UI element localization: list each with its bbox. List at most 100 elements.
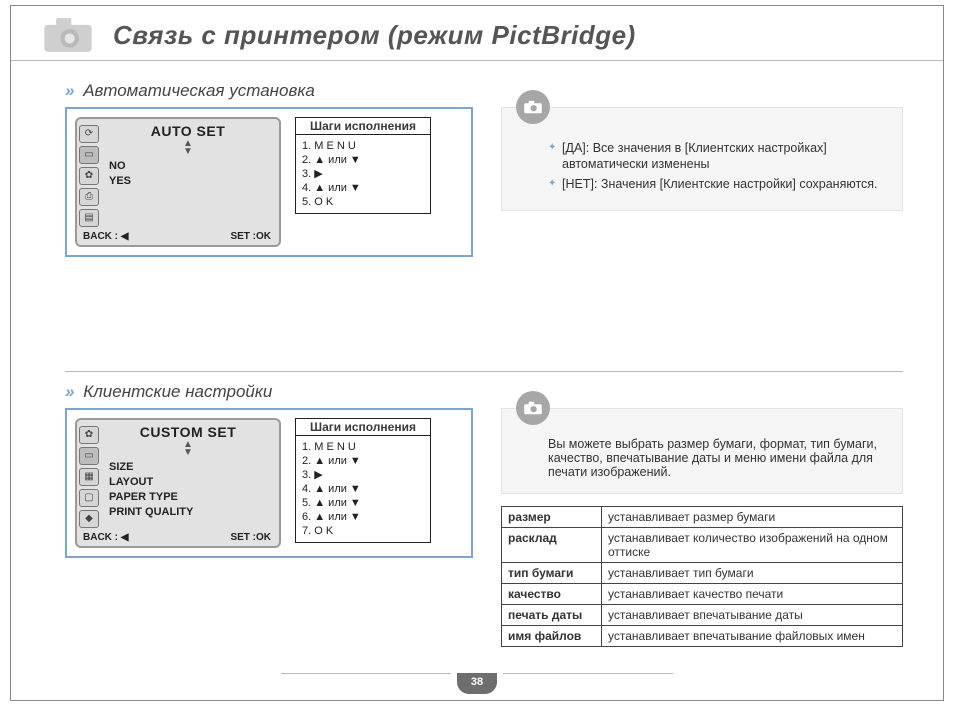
- info-bullets: [ДА]: Все значения в [Клиентских настрой…: [548, 140, 880, 192]
- step: 2. ▲ или ▼: [302, 454, 424, 468]
- table-row: имя файловустанавливает впечатывание фай…: [502, 626, 903, 647]
- table-row: тип бумагиустанавливает тип бумаги: [502, 563, 903, 584]
- section-rule: [65, 371, 903, 372]
- lcd-a-footer: BACK : ◀ SET :OK: [79, 227, 275, 243]
- lcd-b-title: CUSTOM SET: [105, 424, 271, 440]
- step: 3. ▶: [302, 167, 424, 181]
- section-b-row: ✿ ▭ ▦ ▢ ◆ CUSTOM SET ▲▼ SIZE: [65, 408, 903, 647]
- page-title: Связь с принтером (режим PictBridge): [113, 20, 636, 51]
- lcd-item: SIZE: [109, 460, 271, 475]
- lcd-panel-b: ✿ ▭ ▦ ▢ ◆ CUSTOM SET ▲▼ SIZE: [65, 408, 473, 558]
- step: 3. ▶: [302, 468, 424, 482]
- step: 7. O K: [302, 524, 424, 538]
- lcd-item: YES: [109, 174, 271, 189]
- page-header: Связь с принтером (режим PictBridge): [11, 6, 943, 60]
- info-card-b: Вы можете выбрать размер бумаги, формат,…: [501, 408, 903, 494]
- lcd-side-icons: ✿ ▭ ▦ ▢ ◆: [79, 424, 101, 528]
- step: 5. ▲ или ▼: [302, 496, 424, 510]
- chevron-icon: »: [65, 81, 74, 100]
- steps-b-head: Шаги исполнения: [295, 418, 431, 436]
- section-b-left: ✿ ▭ ▦ ▢ ◆ CUSTOM SET ▲▼ SIZE: [65, 408, 473, 558]
- lcd-item: PRINT QUALITY: [109, 505, 271, 520]
- layout-icon: ▦: [79, 468, 99, 486]
- param-key: печать даты: [502, 605, 602, 626]
- lcd-item: LAYOUT: [109, 475, 271, 490]
- lcd-side-icons: ⟳ ▭ ✿ ⎙ ▤: [79, 123, 101, 227]
- param-key: имя файлов: [502, 626, 602, 647]
- size-icon: ▭: [79, 447, 99, 465]
- step: 2. ▲ или ▼: [302, 153, 424, 167]
- lcd-item: NO: [109, 159, 271, 174]
- lcd-back: BACK :: [83, 532, 118, 543]
- quality-icon: ◆: [79, 510, 99, 528]
- param-val: устанавливает количество изображений на …: [602, 528, 903, 563]
- lcd-screen-b: ✿ ▭ ▦ ▢ ◆ CUSTOM SET ▲▼ SIZE: [75, 418, 281, 548]
- section-b-title: Клиентские настройки: [83, 382, 272, 401]
- bullet: [ДА]: Все значения в [Клиентских настрой…: [548, 140, 880, 172]
- lcd-set: SET :OK: [230, 231, 271, 242]
- section-b-heading: » Клиентские настройки: [65, 382, 903, 402]
- param-key: качество: [502, 584, 602, 605]
- manual-page: Связь с принтером (режим PictBridge) » А…: [10, 5, 944, 701]
- steps-a-head: Шаги исполнения: [295, 117, 431, 135]
- up-down-icon: ▲▼: [105, 441, 271, 457]
- info-paragraph: Вы можете выбрать размер бумаги, формат,…: [548, 437, 880, 479]
- page-number-wrap: 38: [11, 673, 943, 694]
- camera-icon: [41, 14, 95, 56]
- lcd-set: SET :OK: [230, 532, 271, 543]
- info-card-tab: [516, 90, 550, 124]
- lcd-b-footer: BACK : ◀ SET :OK: [79, 528, 275, 544]
- steps-b: Шаги исполнения 1. M E N U 2. ▲ или ▼ 3.…: [295, 418, 431, 543]
- up-down-icon: ▲▼: [105, 140, 271, 156]
- param-key: расклад: [502, 528, 602, 563]
- lcd-screen-a: ⟳ ▭ ✿ ⎙ ▤ AUTO SET ▲▼ NO: [75, 117, 281, 247]
- section-a-heading: » Автоматическая установка: [65, 81, 903, 101]
- step: 4. ▲ или ▼: [302, 181, 424, 195]
- step: 1. M E N U: [302, 139, 424, 153]
- lcd-b-items: SIZE LAYOUT PAPER TYPE PRINT QUALITY: [105, 460, 271, 520]
- param-val: устанавливает впечатывание файловых имен: [602, 626, 903, 647]
- table-row: размерустанавливает размер бумаги: [502, 507, 903, 528]
- section-a-right: [ДА]: Все значения в [Клиентских настрой…: [501, 107, 903, 211]
- left-arrow-icon: ◀: [121, 532, 129, 543]
- param-val: устанавливает тип бумаги: [602, 563, 903, 584]
- param-key: размер: [502, 507, 602, 528]
- step: 4. ▲ или ▼: [302, 482, 424, 496]
- section-a-row: ⟳ ▭ ✿ ⎙ ▤ AUTO SET ▲▼ NO: [65, 107, 903, 257]
- lcd-a-title: AUTO SET: [105, 123, 271, 139]
- step: 5. O K: [302, 195, 424, 209]
- lcd-back: BACK :: [83, 231, 118, 242]
- param-key: тип бумаги: [502, 563, 602, 584]
- table-row: качествоустанавливает качество печати: [502, 584, 903, 605]
- steps-a-body: 1. M E N U 2. ▲ или ▼ 3. ▶ 4. ▲ или ▼ 5.…: [295, 135, 431, 214]
- images-icon: ▭: [79, 146, 99, 164]
- steps-b-body: 1. M E N U 2. ▲ или ▼ 3. ▶ 4. ▲ или ▼ 5.…: [295, 436, 431, 543]
- table-row: печать датыустанавливает впечатывание да…: [502, 605, 903, 626]
- section-a-left: ⟳ ▭ ✿ ⎙ ▤ AUTO SET ▲▼ NO: [65, 107, 473, 257]
- lcd-a-items: NO YES: [105, 159, 271, 189]
- step: 1. M E N U: [302, 440, 424, 454]
- chevron-icon: »: [65, 382, 74, 401]
- refresh-icon: ⟳: [79, 125, 99, 143]
- camera-small-icon: ✿: [79, 167, 99, 185]
- section-gap: [65, 257, 903, 367]
- rule: [11, 60, 943, 61]
- section-b-right: Вы можете выбрать размер бумаги, формат,…: [501, 408, 903, 647]
- section-a-title: Автоматическая установка: [83, 81, 315, 100]
- steps-a: Шаги исполнения 1. M E N U 2. ▲ или ▼ 3.…: [295, 117, 431, 214]
- bullet: [НЕТ]: Значения [Клиентские настройки] с…: [548, 176, 880, 192]
- page-number: 38: [457, 673, 497, 694]
- lcd-panel-a: ⟳ ▭ ✿ ⎙ ▤ AUTO SET ▲▼ NO: [65, 107, 473, 257]
- param-val: устанавливает качество печати: [602, 584, 903, 605]
- param-val: устанавливает впечатывание даты: [602, 605, 903, 626]
- table-row: раскладустанавливает количество изображе…: [502, 528, 903, 563]
- lcd-item: PAPER TYPE: [109, 490, 271, 505]
- left-arrow-icon: ◀: [121, 231, 129, 242]
- dpof-icon: ▤: [79, 209, 99, 227]
- flower-icon: ✿: [79, 426, 99, 444]
- params-table: размерустанавливает размер бумаги раскла…: [501, 506, 903, 647]
- info-card-tab: [516, 391, 550, 425]
- param-val: устанавливает размер бумаги: [602, 507, 903, 528]
- paper-icon: ▢: [79, 489, 99, 507]
- info-card-a: [ДА]: Все значения в [Клиентских настрой…: [501, 107, 903, 211]
